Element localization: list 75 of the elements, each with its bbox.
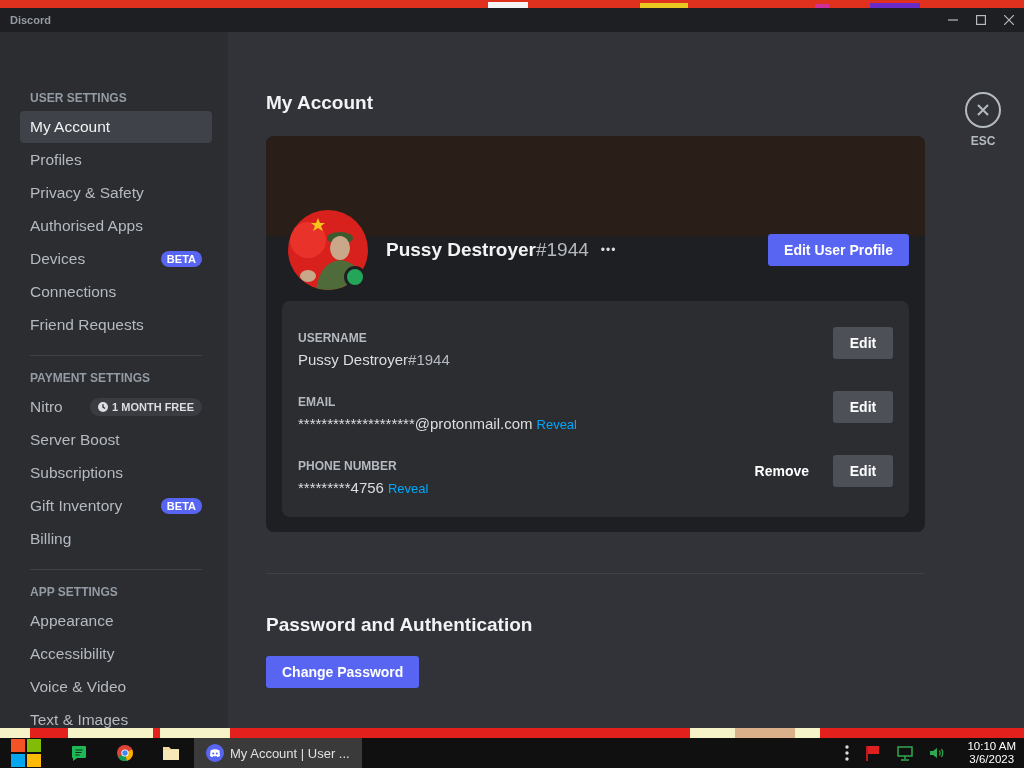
speaker-icon[interactable] bbox=[929, 745, 946, 761]
display-name: Pussy Destroyer#1944 bbox=[386, 239, 589, 261]
beta-badge: BETA bbox=[160, 251, 202, 267]
field-label: PHONE NUMBER bbox=[298, 458, 398, 473]
sidebar-item[interactable]: Appearance bbox=[20, 605, 212, 637]
sidebar-item-label: Server Boost bbox=[30, 431, 121, 449]
browser-icon bbox=[117, 745, 133, 761]
sidebar-item-label: Nitro bbox=[30, 398, 64, 416]
beta-badge: BETA bbox=[160, 498, 202, 514]
edit-button[interactable]: Edit bbox=[833, 327, 893, 359]
sidebar-item-label: Profiles bbox=[30, 151, 83, 169]
field-value: *********4756 bbox=[298, 478, 384, 496]
field-value: ********************@protonmail.com bbox=[298, 414, 533, 432]
sidebar-item[interactable]: Authorised Apps bbox=[20, 210, 212, 242]
field-value: Pussy Destroyer#1944 bbox=[298, 350, 450, 368]
sidebar-item-label: My Account bbox=[30, 118, 112, 136]
sidebar-item-label: Privacy & Safety bbox=[30, 184, 145, 202]
sidebar-item-label: Voice & Video bbox=[30, 678, 128, 696]
sidebar-item-label: Gift Inventory bbox=[30, 497, 124, 515]
sidebar-item[interactable]: Voice & Video bbox=[20, 671, 212, 703]
clock-icon bbox=[98, 402, 109, 412]
sidebar-item-label: Billing bbox=[30, 530, 73, 548]
start-button[interactable] bbox=[10, 738, 42, 768]
clock-time: 10:10 AM bbox=[967, 740, 1016, 753]
offer-badge: 1 MONTH FREE bbox=[90, 398, 202, 416]
sidebar-item-label: Subscriptions bbox=[30, 464, 125, 482]
sidebar-item-label: Authorised Apps bbox=[30, 217, 144, 235]
sidebar-item-label: Accessibility bbox=[30, 645, 116, 663]
sidebar-item[interactable]: Text & Images bbox=[20, 704, 212, 728]
section-title: Password and Authentication bbox=[266, 614, 534, 636]
sidebar-item-label: Friend Requests bbox=[30, 316, 145, 334]
sidebar-item[interactable]: Profiles bbox=[20, 144, 212, 176]
window-title: Discord bbox=[10, 14, 52, 26]
sidebar-item-label: Text & Images bbox=[30, 711, 130, 728]
sidebar-item[interactable]: Friend Requests bbox=[20, 309, 212, 341]
section-header: USER SETTINGS bbox=[29, 90, 128, 107]
section-header: PAYMENT SETTINGS bbox=[29, 370, 152, 387]
status-dot bbox=[344, 266, 366, 288]
sidebar-item[interactable]: Nitro 1 MONTH FREE bbox=[20, 391, 212, 423]
remove-button[interactable]: Remove bbox=[738, 455, 825, 487]
monitor-icon[interactable] bbox=[897, 745, 914, 761]
field-label: USERNAME bbox=[298, 330, 368, 345]
sidebar-item-label: Appearance bbox=[30, 612, 115, 630]
sidebar-item[interactable]: Accessibility bbox=[20, 638, 212, 670]
close-icon[interactable] bbox=[1004, 15, 1014, 25]
flag-icon[interactable] bbox=[865, 745, 882, 761]
edit-button[interactable]: Edit bbox=[833, 455, 893, 487]
sidebar-item-label: Devices bbox=[30, 250, 87, 268]
maximize-icon[interactable] bbox=[976, 15, 986, 25]
clock-date: 3/6/2023 bbox=[969, 753, 1015, 766]
chat-app-icon bbox=[71, 745, 87, 761]
reveal-link[interactable]: Reveal bbox=[387, 480, 429, 496]
close-label: ESC bbox=[970, 134, 996, 148]
sidebar-item[interactable]: Billing bbox=[20, 523, 212, 555]
change-password-button[interactable]: Change Password bbox=[266, 656, 420, 688]
discord-icon bbox=[206, 744, 224, 762]
sidebar-item[interactable]: Gift Inventory BETA bbox=[20, 490, 212, 522]
field-label: EMAIL bbox=[298, 394, 337, 409]
sidebar-item[interactable]: Privacy & Safety bbox=[20, 177, 212, 209]
taskbar-app[interactable]: My Account | User ... bbox=[194, 738, 362, 768]
folder-icon bbox=[163, 746, 179, 760]
close-icon[interactable] bbox=[965, 92, 1001, 128]
more-button[interactable]: ••• bbox=[600, 243, 617, 257]
page-title: My Account bbox=[266, 92, 374, 115]
sidebar-item[interactable]: Server Boost bbox=[20, 424, 212, 456]
sidebar-item[interactable]: Connections bbox=[20, 276, 212, 308]
edit-profile-button[interactable]: Edit User Profile bbox=[768, 234, 909, 266]
sidebar-item[interactable]: Subscriptions bbox=[20, 457, 212, 489]
more-icon[interactable] bbox=[845, 745, 850, 761]
sidebar-item-label: Connections bbox=[30, 283, 118, 301]
section-header: APP SETTINGS bbox=[29, 584, 119, 601]
reveal-link[interactable]: Reveal bbox=[536, 416, 577, 432]
sidebar-item[interactable]: My Account bbox=[20, 111, 212, 143]
sidebar-item[interactable]: Devices BETA bbox=[20, 243, 212, 275]
edit-button[interactable]: Edit bbox=[833, 391, 893, 423]
